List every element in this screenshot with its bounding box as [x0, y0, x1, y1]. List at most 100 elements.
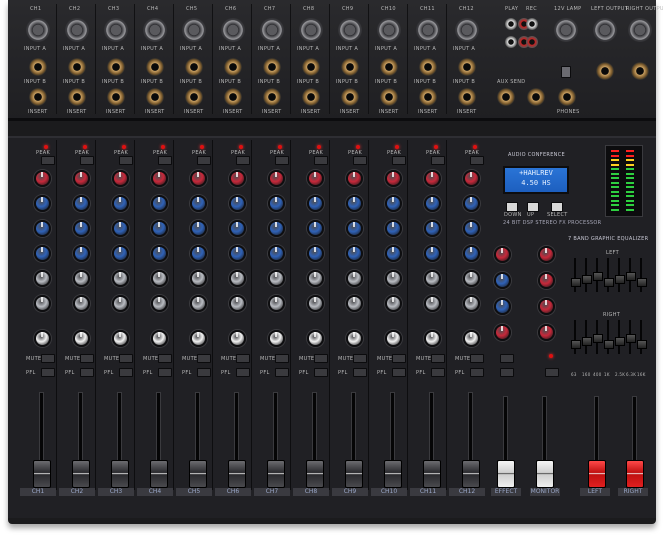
mute-button[interactable]	[353, 354, 367, 363]
pad-button[interactable]	[275, 156, 289, 165]
pad-button[interactable]	[80, 156, 94, 165]
line-input-jack[interactable]	[263, 58, 281, 76]
effect-mute-button[interactable]	[500, 354, 514, 363]
insert-jack[interactable]	[341, 88, 359, 106]
eq-left-slider[interactable]	[571, 278, 581, 287]
channel-fader[interactable]	[189, 460, 207, 488]
gain-knob[interactable]	[112, 170, 129, 187]
gain-knob[interactable]	[73, 170, 90, 187]
line-input-jack[interactable]	[29, 58, 47, 76]
eq-mid-knob[interactable]	[229, 220, 246, 237]
lamp-connector[interactable]	[554, 18, 578, 42]
monitor-fader[interactable]	[536, 460, 554, 488]
channel-fader[interactable]	[33, 460, 51, 488]
eq-low-knob[interactable]	[268, 245, 285, 262]
eq-mid-knob[interactable]	[190, 220, 207, 237]
rca-jack[interactable]	[526, 18, 538, 30]
pan-knob[interactable]	[229, 330, 246, 347]
insert-jack[interactable]	[29, 88, 47, 106]
pad-button[interactable]	[353, 156, 367, 165]
channel-fader[interactable]	[72, 460, 90, 488]
eq-high-knob[interactable]	[424, 195, 441, 212]
eq-mid-knob[interactable]	[268, 220, 285, 237]
channel-fader[interactable]	[462, 460, 480, 488]
gain-knob[interactable]	[385, 170, 402, 187]
eq-low-knob[interactable]	[463, 245, 480, 262]
eq-left-slider[interactable]	[637, 278, 647, 287]
eq-high-knob[interactable]	[73, 195, 90, 212]
rca-jack[interactable]	[526, 36, 538, 48]
aux2-knob[interactable]	[463, 295, 480, 312]
eq-low-knob[interactable]	[34, 245, 51, 262]
pan-knob[interactable]	[385, 330, 402, 347]
power-switch[interactable]	[561, 66, 571, 78]
pfl-button[interactable]	[392, 368, 406, 377]
channel-fader[interactable]	[306, 460, 324, 488]
phones-jack[interactable]	[558, 88, 576, 106]
pan-knob[interactable]	[463, 330, 480, 347]
pfl-button[interactable]	[431, 368, 445, 377]
pad-button[interactable]	[236, 156, 250, 165]
pad-button[interactable]	[41, 156, 55, 165]
pan-knob[interactable]	[73, 330, 90, 347]
mute-button[interactable]	[158, 354, 172, 363]
insert-jack[interactable]	[380, 88, 398, 106]
insert-jack[interactable]	[224, 88, 242, 106]
pan-knob[interactable]	[151, 330, 168, 347]
pad-button[interactable]	[119, 156, 133, 165]
eq-left-slider[interactable]	[615, 275, 625, 284]
xlr-input-jack[interactable]	[260, 18, 284, 42]
effect-up-button[interactable]	[527, 202, 539, 212]
aux1-knob[interactable]	[385, 270, 402, 287]
insert-jack[interactable]	[302, 88, 320, 106]
right-output-xlr[interactable]	[628, 18, 652, 42]
gain-knob[interactable]	[307, 170, 324, 187]
eq-left-slider[interactable]	[593, 272, 603, 281]
eq-right-slider[interactable]	[582, 337, 592, 346]
effect-down-button[interactable]	[506, 202, 518, 212]
effect-return-knob[interactable]	[538, 324, 555, 341]
pfl-button[interactable]	[236, 368, 250, 377]
pfl-button[interactable]	[470, 368, 484, 377]
eq-low-knob[interactable]	[190, 245, 207, 262]
xlr-input-jack[interactable]	[104, 18, 128, 42]
insert-jack[interactable]	[263, 88, 281, 106]
left-output-xlr[interactable]	[593, 18, 617, 42]
mute-button[interactable]	[197, 354, 211, 363]
pan-knob[interactable]	[34, 330, 51, 347]
gain-knob[interactable]	[463, 170, 480, 187]
channel-fader[interactable]	[228, 460, 246, 488]
eq-high-knob[interactable]	[112, 195, 129, 212]
eq-left-slider[interactable]	[626, 272, 636, 281]
pan-knob[interactable]	[190, 330, 207, 347]
eq-low-knob[interactable]	[424, 245, 441, 262]
aux1-knob[interactable]	[34, 270, 51, 287]
line-input-jack[interactable]	[302, 58, 320, 76]
pfl-button[interactable]	[80, 368, 94, 377]
gain-knob[interactable]	[151, 170, 168, 187]
eq-low-knob[interactable]	[229, 245, 246, 262]
eq-high-knob[interactable]	[34, 195, 51, 212]
pan-knob[interactable]	[424, 330, 441, 347]
line-input-jack[interactable]	[380, 58, 398, 76]
eq-right-slider[interactable]	[637, 340, 647, 349]
line-input-jack[interactable]	[341, 58, 359, 76]
aux1-knob[interactable]	[73, 270, 90, 287]
channel-fader[interactable]	[267, 460, 285, 488]
eq-mid-knob[interactable]	[112, 220, 129, 237]
pan-knob[interactable]	[112, 330, 129, 347]
insert-jack[interactable]	[107, 88, 125, 106]
xlr-input-jack[interactable]	[65, 18, 89, 42]
effect-return-knob[interactable]	[494, 298, 511, 315]
insert-jack[interactable]	[419, 88, 437, 106]
eq-high-knob[interactable]	[307, 195, 324, 212]
eq-high-knob[interactable]	[151, 195, 168, 212]
eq-right-slider[interactable]	[571, 340, 581, 349]
aux2-knob[interactable]	[268, 295, 285, 312]
channel-fader[interactable]	[150, 460, 168, 488]
aux2-knob[interactable]	[424, 295, 441, 312]
left-master-fader[interactable]	[588, 460, 606, 488]
right-output-jack[interactable]	[631, 62, 649, 80]
xlr-input-jack[interactable]	[455, 18, 479, 42]
right-master-fader[interactable]	[626, 460, 644, 488]
